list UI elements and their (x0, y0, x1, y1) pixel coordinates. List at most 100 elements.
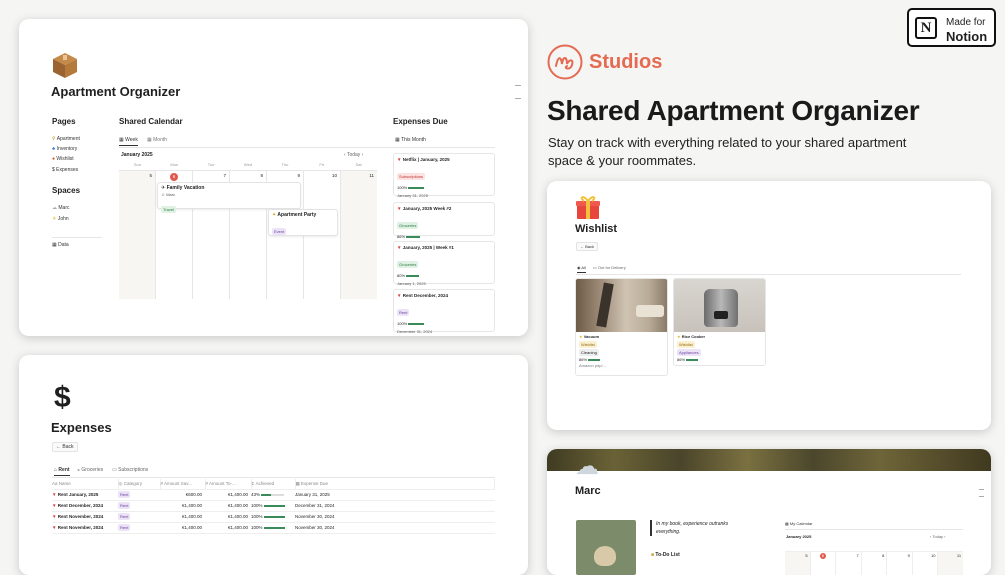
expense-due-card[interactable]: ▼ January, 2025 Week #2 Groceries 86% (393, 202, 495, 239)
today-button[interactable]: Today (932, 534, 943, 539)
expense-tag: Groceries (397, 222, 419, 229)
column-header[interactable]: # Amount Sav... (160, 479, 206, 489)
column-header[interactable]: # Amount To-... (205, 479, 252, 489)
expense-tag: Groceries (397, 261, 419, 268)
tab-label: Subscriptions (118, 467, 149, 473)
expense-due-card[interactable]: ▼ January, 2025 | Week #1 Groceries 80% … (393, 241, 495, 286)
page-title: Apartment Organizer (51, 84, 181, 99)
truck-icon: ▭ (593, 265, 597, 270)
expense-due-card[interactable]: ▼ Netflix | January, 2025 Subscriptions … (393, 153, 495, 198)
tab-subscriptions[interactable]: ▭ Subscriptions (112, 467, 148, 473)
tab-all[interactable]: ◉ All (577, 265, 586, 273)
calendar-day[interactable]: 11 (938, 552, 964, 575)
cell-saved: €600.00 (185, 492, 202, 497)
tab-week[interactable]: ▦ Week (119, 137, 138, 146)
tab-out-for-delivery[interactable]: ▭ Out for Delivery (593, 265, 626, 270)
sidebar-item-expenses[interactable]: $ Expenses (52, 167, 78, 173)
tab-groceries[interactable]: ◒ Groceries (77, 467, 103, 473)
expense-tag: Subscriptions (397, 173, 426, 180)
wishlist-item-card[interactable]: ★ Vacuum Wishlist Cleaning 86% Amazon pd… (575, 278, 668, 376)
divider (785, 529, 963, 530)
party-icon: ✦ (272, 212, 277, 218)
calendar-nav[interactable]: ‹ Today › (930, 534, 946, 539)
item-name: Vacuum (583, 334, 600, 339)
progress-bar (261, 494, 272, 496)
cell-name: ▼ Rent November, 2024 (52, 511, 118, 522)
item-percent: 86% (677, 357, 686, 362)
quote-line2: everything. (656, 529, 681, 535)
divider (52, 237, 102, 238)
table-row[interactable]: ▼ Rent November, 2024 Rent €1,400.00 €1,… (52, 511, 495, 522)
cell-target: €1,400.00 (227, 514, 248, 519)
calendar-day[interactable]: 10 (913, 552, 939, 575)
down-arrow-icon: ▼ (52, 492, 57, 497)
date-number: 5 (149, 173, 152, 178)
sidebar-item-label: John (57, 216, 69, 222)
calendar-day[interactable]: 9 (887, 552, 913, 575)
divider (576, 274, 961, 275)
column-header[interactable]: Σ Achieved (251, 479, 296, 489)
table-row[interactable]: ▼ Rent November, 2024 Rent €1,400.00 €1,… (52, 522, 495, 533)
cell-due: January 31, 2025 (295, 492, 330, 497)
wishlist-item-card[interactable]: ★ Rice Cooker Wishlist Appliances 86% (673, 278, 766, 366)
table-row[interactable]: ▼ Rent December, 2024 Rent €1,400.00 €1,… (52, 500, 495, 511)
scroll-indicator[interactable] (515, 85, 521, 99)
home-icon: ⌂ (54, 467, 58, 473)
my-calendar-heading: ▦ My Calendar (785, 521, 813, 526)
column-header[interactable]: ▦ Expense Due (295, 479, 495, 489)
table-row[interactable]: ▼ Rent January, 2025 Rent €600.00 €1,400… (52, 489, 495, 500)
column-header[interactable]: Aa Name (52, 479, 119, 489)
calendar-day[interactable]: 5 (119, 171, 156, 299)
day-header: Mon (170, 162, 179, 167)
sidebar-item-wishlist[interactable]: ● Wishlist (52, 156, 74, 162)
cell-saved: €1,400.00 (181, 503, 202, 508)
event-card[interactable]: ✦ Apartment Party Event (268, 209, 338, 236)
wishlist-card: Wishlist ← Back ◉ All ▭ Out for Delivery… (547, 181, 991, 430)
page-title: Marc (575, 485, 601, 497)
todo-heading[interactable]: ■ To-Do List (651, 552, 680, 558)
pages-heading: Pages (52, 117, 76, 126)
back-button[interactable]: ← Back (52, 442, 78, 452)
calendar-day[interactable]: 11 (341, 171, 377, 299)
tab-rent[interactable]: ⌂ Rent (54, 467, 70, 476)
today-button[interactable]: Today (347, 152, 360, 158)
cell-text: Rent November, 2024 (57, 525, 104, 530)
column-label: Category (123, 480, 142, 486)
calendar-nav[interactable]: ‹ Today › (344, 152, 363, 158)
sidebar-item-john[interactable]: ☀ John (52, 216, 69, 222)
expense-title: Netflix | January, 2025 (402, 157, 450, 162)
item-percent: 86% (579, 357, 588, 362)
expense-due-card[interactable]: ▼ Rent December, 2024 Rent 100% December… (393, 289, 495, 334)
sidebar-item-data[interactable]: ▦ Data (52, 242, 69, 248)
column-header[interactable]: ◎ Category (118, 479, 161, 489)
calendar-icon: ▦ (395, 137, 400, 143)
expense-percent: 80% (397, 273, 406, 278)
item-status: Wishlist (579, 341, 597, 348)
calendar-day[interactable]: 6 (811, 552, 837, 575)
sidebar-item-inventory[interactable]: ♣ Inventory (52, 146, 77, 152)
cell-due: December 31, 2024 (295, 503, 335, 508)
back-button[interactable]: ← Back (576, 242, 599, 251)
calendar-day[interactable]: 5 (785, 552, 811, 575)
sidebar-item-apartment[interactable]: ⚲ Apartment (52, 136, 80, 142)
expense-percent: 100% (397, 185, 408, 190)
event-card[interactable]: ✈ Family Vacation ☺ Marc Travel (157, 182, 301, 213)
filter-this-month[interactable]: ▦ This Month (395, 137, 426, 143)
studios-logo-icon (547, 44, 583, 80)
sidebar-item-marc[interactable]: ☁ Marc (52, 205, 70, 211)
cell-text: Rent January, 2025 (57, 492, 99, 497)
date-number: 8 (260, 173, 263, 178)
cloud-icon: ☁ (52, 205, 57, 211)
calendar-day[interactable]: 8 (862, 552, 888, 575)
tab-label: Rent (58, 467, 70, 473)
divider (393, 147, 495, 148)
calendar-day[interactable]: 7 (836, 552, 862, 575)
down-arrow-icon: ▼ (397, 245, 402, 250)
cell-category: Rent (118, 511, 160, 522)
scroll-indicator[interactable] (979, 489, 984, 497)
star-icon: ★ (579, 334, 583, 339)
day-header: Thu (281, 162, 289, 167)
tab-month[interactable]: ▦ Month (147, 137, 167, 143)
column-label: Name (58, 481, 71, 487)
cell-achieved: 100% (251, 511, 295, 522)
